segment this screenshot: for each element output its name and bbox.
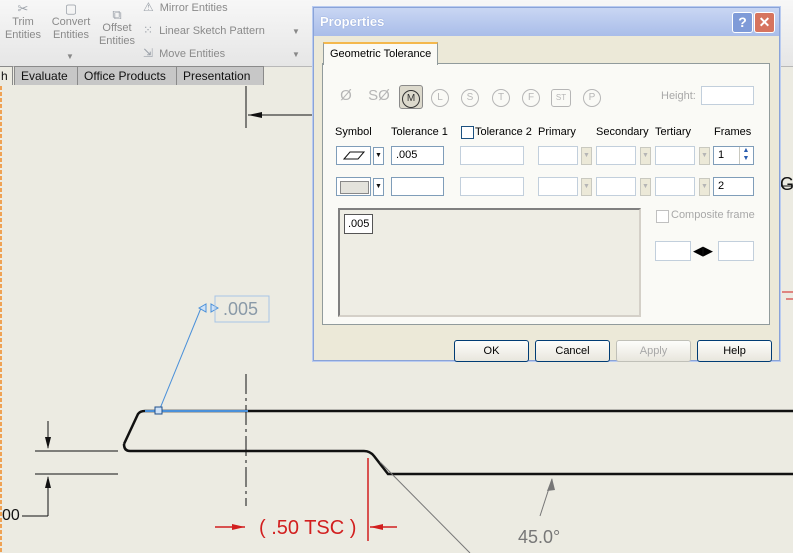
symbol-dropdown-row2[interactable]: ▼ <box>373 178 384 196</box>
tertiary-field-row2[interactable] <box>655 177 695 196</box>
pattern-dropdown-icon[interactable]: ▼ <box>292 27 300 36</box>
symbol-dropdown-row1[interactable]: ▼ <box>373 147 384 165</box>
mirror-label: Mirror Entities <box>159 2 228 14</box>
empty-symbol-icon <box>340 181 369 194</box>
move-icon: ⇲ <box>143 46 154 60</box>
tertiary-field-row1[interactable] <box>655 146 695 165</box>
lmc-icon: L <box>431 89 449 107</box>
primary-field-row2[interactable] <box>538 177 578 196</box>
convert-label: Convert Entities <box>51 16 91 41</box>
secondary-field-row1[interactable] <box>596 146 636 165</box>
mmc-icon: M <box>402 90 420 108</box>
free-state-button[interactable]: F <box>520 85 542 107</box>
convert-entities-button[interactable]: ▢ Convert Entities <box>48 2 94 42</box>
dialog-title: Properties <box>320 14 385 29</box>
tolerance2-checkbox[interactable] <box>461 126 474 139</box>
help-button[interactable]: Help <box>697 340 772 362</box>
composite-frame-checkbox[interactable] <box>656 210 669 223</box>
left-dimension[interactable]: 00 <box>2 507 20 525</box>
dialog-titlebar[interactable]: Properties ? ✕ <box>314 8 779 36</box>
secondary-column-label: Secondary <box>596 126 649 138</box>
free-state-icon: F <box>522 89 540 107</box>
tab-sketch[interactable]: h <box>0 66 13 85</box>
move-dropdown-icon[interactable]: ▼ <box>292 50 300 59</box>
frames-field-row2[interactable]: 2 <box>713 177 754 196</box>
tangent-icon: T <box>492 89 510 107</box>
fcf-preview: .005 <box>338 208 641 317</box>
primary-field-row1[interactable] <box>538 146 578 165</box>
tolerance2-field-row1[interactable] <box>460 146 524 165</box>
symbol-column-label: Symbol <box>335 126 372 138</box>
move-label: Move Entities <box>159 48 226 60</box>
offset-entities-button[interactable]: ⧉ Offset Entities <box>98 8 136 48</box>
diameter-symbol-button[interactable]: Ø <box>335 85 357 107</box>
secondary-dropdown-row1[interactable]: ▼ <box>640 147 651 165</box>
tolerance1-column-label: Tolerance 1 <box>391 126 448 138</box>
tab-evaluate[interactable]: Evaluate <box>14 66 82 85</box>
tertiary-dropdown-row2[interactable]: ▼ <box>699 178 710 196</box>
mirror-entities-button[interactable]: ⚠ Mirror Entities <box>143 0 228 14</box>
projected-icon: P <box>583 89 601 107</box>
tangent-plane-button[interactable]: T <box>490 85 512 107</box>
composite-right-field[interactable] <box>718 241 754 261</box>
lmc-modifier-button[interactable]: L <box>429 85 451 107</box>
trim-icon: ✂ <box>17 1 29 16</box>
statistical-icon: ST <box>551 89 571 107</box>
tolerance2-field-row2[interactable] <box>460 177 524 196</box>
mmc-modifier-button[interactable]: M <box>399 85 423 109</box>
tab-office-products[interactable]: Office Products <box>77 66 177 85</box>
symbol-select-row1[interactable] <box>336 146 371 165</box>
trim-entities-button[interactable]: ✂ Trim Entities <box>4 2 42 42</box>
frames-column-label: Frames <box>714 126 752 138</box>
convert-icon: ▢ <box>64 1 78 16</box>
height-label: Height: <box>661 90 696 102</box>
symbol-select-row2[interactable] <box>336 177 371 196</box>
fcf-preview-cell: .005 <box>344 214 374 234</box>
cancel-button[interactable]: Cancel <box>535 340 610 362</box>
projected-zone-button[interactable]: P <box>581 85 603 107</box>
close-icon[interactable]: ✕ <box>754 12 775 33</box>
rfs-icon: S <box>461 89 479 107</box>
apply-button[interactable]: Apply <box>616 340 691 362</box>
tab-presentation[interactable]: Presentation <box>176 66 264 85</box>
secondary-field-row2[interactable] <box>596 177 636 196</box>
primary-column-label: Primary <box>538 126 576 138</box>
linear-pattern-label: Linear Sketch Pattern <box>159 25 265 37</box>
primary-dropdown-row1[interactable]: ▼ <box>581 147 592 165</box>
linear-sketch-pattern-button[interactable]: ⁙ Linear Sketch Pattern <box>143 23 265 37</box>
composite-frame-label: Composite frame <box>671 209 755 221</box>
convert-dropdown-icon[interactable]: ▼ <box>66 52 74 61</box>
offset-label: Offset Entities <box>98 22 136 47</box>
double-arrow-icon: ◀▶ <box>693 243 713 258</box>
tolerance1-field-row2[interactable] <box>391 177 444 196</box>
offset-icon: ⧉ <box>112 7 122 22</box>
properties-dialog: Properties ? ✕ Geometric Tolerance Ø SØ … <box>313 7 780 362</box>
tertiary-dropdown-row1[interactable]: ▼ <box>699 147 710 165</box>
tolerance2-column-label: Tolerance 2 <box>475 126 532 138</box>
composite-left-field[interactable] <box>655 241 691 261</box>
spherical-diameter-button[interactable]: SØ <box>365 85 393 107</box>
datum-letter: G <box>780 174 793 194</box>
primary-dropdown-row2[interactable]: ▼ <box>581 178 592 196</box>
trim-label: Trim Entities <box>4 16 42 41</box>
tertiary-column-label: Tertiary <box>655 126 692 138</box>
flatness-icon <box>342 151 366 160</box>
secondary-dropdown-row2[interactable]: ▼ <box>640 178 651 196</box>
frames-spinner[interactable]: ▲ ▼ <box>739 147 752 164</box>
ok-button[interactable]: OK <box>454 340 529 362</box>
height-field[interactable] <box>701 86 754 105</box>
pattern-icon: ⁙ <box>143 23 154 37</box>
tab-geometric-tolerance[interactable]: Geometric Tolerance <box>323 42 439 65</box>
angle-dimension[interactable]: 45.0° <box>518 527 560 548</box>
tsc-dimension[interactable]: ( .50 TSC ) <box>259 517 356 540</box>
rfs-modifier-button[interactable]: S <box>459 85 481 107</box>
move-entities-button[interactable]: ⇲ Move Entities <box>143 46 225 60</box>
gtol-callout-value[interactable]: .005 <box>223 299 258 320</box>
statistical-button[interactable]: ST <box>550 85 572 107</box>
command-manager-tabs: h Evaluate Office Products Presentation <box>0 66 264 86</box>
help-icon[interactable]: ? <box>732 12 753 33</box>
mirror-icon: ⚠ <box>143 0 154 14</box>
tolerance1-field-row1[interactable]: .005 <box>391 146 444 165</box>
